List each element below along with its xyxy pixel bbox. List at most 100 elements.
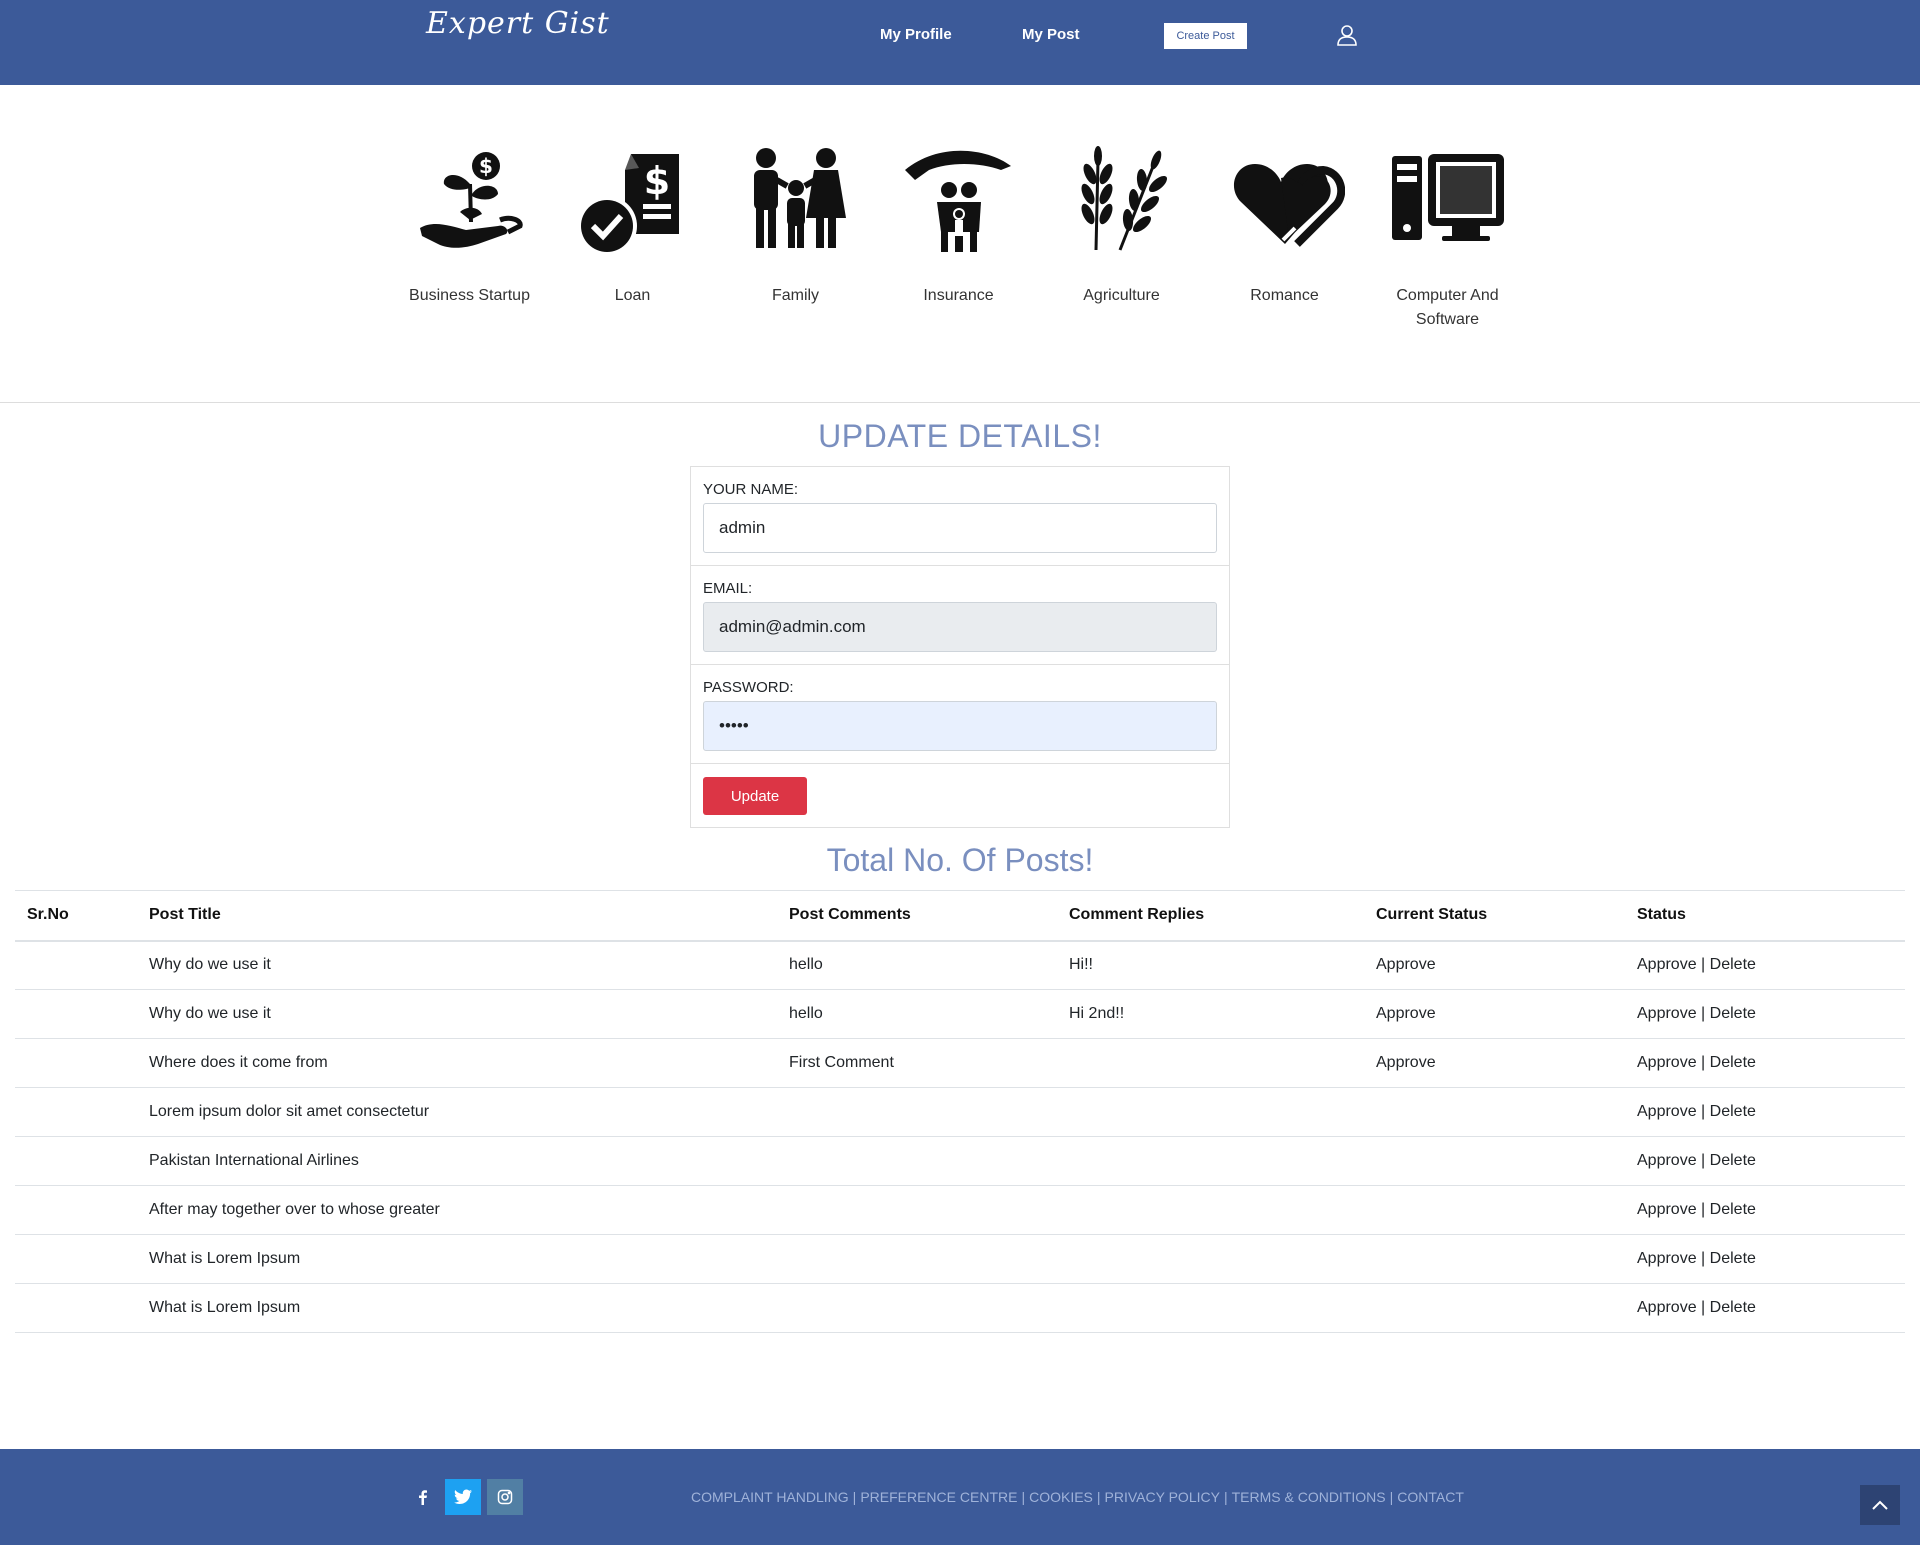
category-computer-and-software[interactable]: Computer And Software: [1366, 140, 1529, 332]
cell-comment-reply: [1057, 1038, 1364, 1088]
table-row: Pakistan International Airlines Approve …: [15, 1136, 1905, 1186]
action-separator: |: [1701, 1103, 1706, 1120]
table-row: Why do we use it hello Hi!! Approve Appr…: [15, 940, 1905, 990]
delete-link[interactable]: Delete: [1710, 1299, 1756, 1316]
cell-comment-reply: [1057, 1087, 1364, 1137]
loan-document-icon: $: [576, 154, 679, 256]
action-separator: |: [1701, 956, 1706, 974]
footer-link-cookies[interactable]: COOKIES: [1029, 1489, 1093, 1505]
cell-post-title: What is Lorem Ipsum: [137, 1283, 777, 1333]
category-family[interactable]: Family: [714, 140, 877, 308]
cell-comment-reply: [1057, 1283, 1364, 1333]
cell-status-actions: Approve | Delete: [1625, 1234, 1905, 1284]
footer-link-contact[interactable]: CONTACT: [1397, 1489, 1464, 1505]
cell-current-status: Approve: [1364, 989, 1625, 1039]
category-strip: $ Business Startup $ Loan Family Insuran…: [388, 140, 1548, 350]
cell-sr-no: [15, 1136, 137, 1186]
cell-post-comment: First Comment: [777, 1038, 1057, 1088]
column-header-status: Status: [1625, 890, 1905, 942]
column-header-post-title: Post Title: [137, 890, 777, 942]
svg-text:$: $: [479, 154, 493, 178]
cell-post-comment: [777, 1283, 1057, 1333]
delete-link[interactable]: Delete: [1710, 1103, 1756, 1120]
delete-link[interactable]: Delete: [1710, 1250, 1756, 1267]
scroll-to-top-button[interactable]: [1860, 1485, 1900, 1525]
site-logo[interactable]: Expert Gist: [426, 6, 610, 41]
twitter-icon[interactable]: [445, 1479, 481, 1515]
cell-post-comment: [777, 1136, 1057, 1186]
cell-comment-reply: [1057, 1136, 1364, 1186]
insurance-umbrella-icon: [904, 150, 1011, 252]
action-separator: |: [1701, 1152, 1706, 1169]
email-row: EMAIL:: [691, 566, 1229, 665]
delete-link[interactable]: Delete: [1710, 1201, 1756, 1218]
cell-comment-reply: Hi!!: [1057, 940, 1364, 990]
instagram-icon[interactable]: [487, 1479, 523, 1515]
approve-link[interactable]: Approve: [1637, 1201, 1697, 1218]
category-agriculture[interactable]: Agriculture: [1040, 140, 1203, 308]
update-button[interactable]: Update: [703, 777, 807, 815]
category-label: Computer And Software: [1396, 287, 1499, 328]
cell-post-comment: [777, 1234, 1057, 1284]
password-label: PASSWORD:: [703, 679, 794, 696]
cell-current-status: [1364, 1234, 1625, 1284]
footer-separator: |: [1389, 1489, 1394, 1505]
footer-separator: |: [1021, 1489, 1026, 1505]
password-input[interactable]: [703, 701, 1217, 751]
nav-my-post[interactable]: My Post: [1022, 26, 1080, 43]
user-icon[interactable]: [1334, 22, 1360, 48]
create-post-button[interactable]: Create Post: [1164, 23, 1247, 49]
category-business-startup[interactable]: $ Business Startup: [388, 140, 551, 308]
cell-post-title: Lorem ipsum dolor sit amet consectetur: [137, 1087, 777, 1137]
email-field[interactable]: [703, 602, 1217, 652]
cell-sr-no: [15, 1234, 137, 1284]
cell-sr-no: [15, 1283, 137, 1333]
footer-link-preference-centre[interactable]: PREFERENCE CENTRE: [860, 1489, 1017, 1505]
cell-post-comment: hello: [777, 989, 1057, 1039]
posts-table: Sr.No Post Title Post Comments Comment R…: [15, 890, 1905, 1333]
delete-link[interactable]: Delete: [1710, 1005, 1756, 1022]
cell-post-comment: hello: [777, 940, 1057, 990]
action-separator: |: [1701, 1201, 1706, 1218]
approve-link[interactable]: Approve: [1637, 1005, 1697, 1022]
approve-link[interactable]: Approve: [1637, 1250, 1697, 1267]
name-label: YOUR NAME:: [703, 481, 799, 498]
cell-status-actions: Approve | Delete: [1625, 1038, 1905, 1088]
table-row: Why do we use it hello Hi 2nd!! Approve …: [15, 989, 1905, 1039]
category-label: Loan: [614, 287, 651, 304]
name-input[interactable]: [703, 503, 1217, 553]
column-header-current-status: Current Status: [1364, 890, 1625, 942]
svg-text:$: $: [643, 159, 669, 203]
footer-separator: |: [852, 1489, 857, 1505]
facebook-icon[interactable]: [405, 1479, 441, 1515]
cell-post-title: What is Lorem Ipsum: [137, 1234, 777, 1284]
footer-link-privacy-policy[interactable]: PRIVACY POLICY: [1105, 1489, 1220, 1505]
category-loan[interactable]: $ Loan: [551, 140, 714, 308]
footer: COMPLAINT HANDLING | PREFERENCE CENTRE | COO…: [0, 1449, 1920, 1545]
footer-link-complaint-handling[interactable]: COMPLAINT HANDLING: [691, 1489, 849, 1505]
category-label: Insurance: [923, 287, 994, 304]
category-romance[interactable]: Romance: [1203, 140, 1366, 308]
category-insurance[interactable]: Insurance: [877, 140, 1040, 308]
update-details-form: YOUR NAME: EMAIL: PASSWORD: Update: [690, 466, 1230, 828]
cell-current-status: [1364, 1283, 1625, 1333]
cell-sr-no: [15, 989, 137, 1039]
category-label: Business Startup: [409, 287, 530, 304]
approve-link[interactable]: Approve: [1637, 1152, 1697, 1169]
approve-link[interactable]: Approve: [1637, 1299, 1697, 1316]
approve-link[interactable]: Approve: [1637, 1103, 1697, 1120]
section-divider: [0, 402, 1920, 403]
nav-my-profile[interactable]: My Profile: [880, 26, 952, 43]
cell-status-actions: Approve | Delete: [1625, 1283, 1905, 1333]
delete-link[interactable]: Delete: [1710, 956, 1756, 973]
name-row: YOUR NAME:: [691, 467, 1229, 566]
delete-link[interactable]: Delete: [1710, 1152, 1756, 1169]
table-row: Lorem ipsum dolor sit amet consectetur A…: [15, 1087, 1905, 1137]
email-label: EMAIL:: [703, 580, 753, 597]
delete-link[interactable]: Delete: [1710, 1054, 1756, 1071]
approve-link[interactable]: Approve: [1637, 1054, 1697, 1071]
approve-link[interactable]: Approve: [1637, 956, 1697, 973]
column-header-sr-no: Sr.No: [15, 890, 137, 942]
footer-link-terms-conditions[interactable]: TERMS & CONDITIONS: [1232, 1489, 1386, 1505]
family-icon: [753, 148, 846, 248]
